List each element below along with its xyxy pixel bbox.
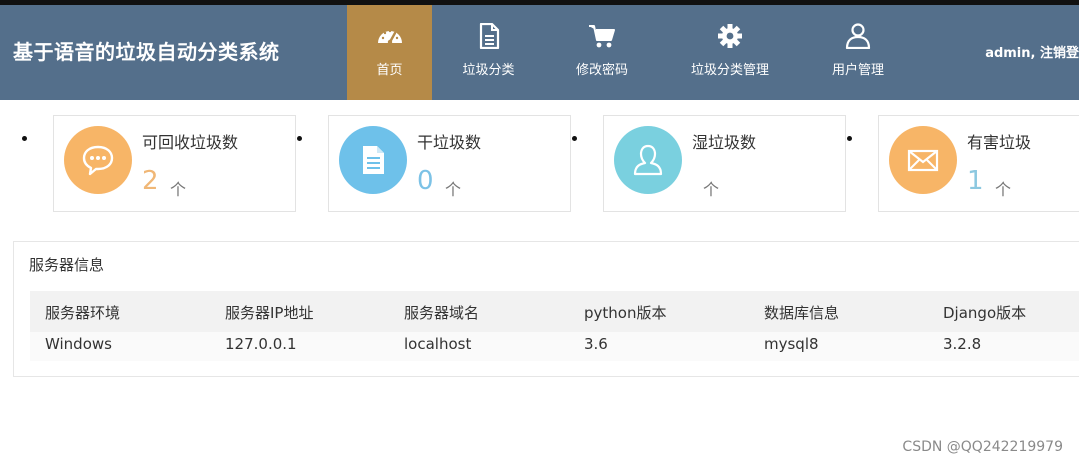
table-cell: mysql8 [764, 335, 819, 353]
user-logout-link[interactable]: admin, 注销登 [985, 42, 1079, 61]
nav-item-home[interactable]: 首页 [347, 5, 432, 100]
list-bullet [297, 136, 302, 141]
dashboard-icon [377, 29, 402, 45]
table-header-row: 服务器环境 服务器IP地址 服务器域名 python版本 数据库信息 Djang… [30, 291, 1079, 332]
nav-item-label: 垃圾分类 [462, 63, 515, 78]
table-header-cell: 服务器环境 [45, 304, 121, 322]
table-header-cell: python版本 [584, 304, 667, 322]
cart-icon [589, 25, 615, 48]
nav-item-label: 垃圾分类管理 [690, 63, 769, 78]
stat-icon-circle [64, 126, 132, 194]
user-icon [845, 23, 871, 49]
stat-unit: 个 [995, 180, 1012, 199]
document-icon [479, 23, 499, 49]
chat-bubble-icon [82, 145, 114, 176]
stat-value: 2 [142, 166, 159, 196]
table-cell: 3.2.8 [943, 335, 982, 353]
stat-card-dry: 干垃圾数 0 个 [328, 115, 571, 212]
nav-item-label: 用户管理 [831, 63, 884, 78]
document-icon [363, 146, 384, 174]
nav-item-user-management[interactable]: 用户管理 [818, 5, 898, 100]
table-row: Windows 127.0.0.1 localhost 3.6 mysql8 3… [30, 332, 1079, 361]
person-icon [633, 144, 663, 176]
stat-unit: 个 [170, 180, 187, 199]
gear-icon [718, 24, 742, 48]
envelope-icon [907, 149, 939, 172]
list-bullet [847, 136, 852, 141]
stat-label: 有害垃圾 [967, 133, 1032, 152]
table-cell: localhost [404, 335, 472, 353]
table-header-cell: 服务器域名 [404, 304, 480, 322]
server-info-panel: 服务器信息 服务器环境 服务器IP地址 服务器域名 python版本 数据库信息… [13, 241, 1079, 377]
stat-card-hazardous: 有害垃圾 1 个 [878, 115, 1079, 212]
header-bar: 基于语音的垃圾自动分类系统 首页 垃圾分类 修改密码 垃圾分类管理 用户管理 a… [0, 5, 1079, 100]
nav-item-garbage-management[interactable]: 垃圾分类管理 [680, 5, 780, 100]
list-bullet [572, 136, 577, 141]
stat-label: 可回收垃圾数 [142, 133, 239, 152]
stat-icon-circle [614, 126, 682, 194]
stat-card-wet: 湿垃圾数 个 [603, 115, 846, 212]
nav-item-label: 首页 [376, 63, 403, 78]
stat-unit: 个 [445, 180, 462, 199]
watermark-text: CSDN @QQ242219979 [902, 439, 1063, 455]
stat-card-recyclable: 可回收垃圾数 2 个 [53, 115, 296, 212]
nav-item-change-password[interactable]: 修改密码 [560, 5, 644, 100]
table-cell: 3.6 [584, 335, 608, 353]
table-header-cell: Django版本 [943, 304, 1027, 322]
nav-item-label: 修改密码 [575, 63, 628, 78]
stat-value: 0 [417, 166, 434, 196]
stat-unit: 个 [703, 180, 720, 199]
panel-title: 服务器信息 [29, 256, 105, 274]
nav-item-garbage-classify[interactable]: 垃圾分类 [447, 5, 530, 100]
app-title: 基于语音的垃圾自动分类系统 [13, 40, 280, 64]
stat-label: 干垃圾数 [417, 133, 482, 152]
stat-icon-circle [339, 126, 407, 194]
table-cell: 127.0.0.1 [225, 335, 297, 353]
table-cell: Windows [45, 335, 112, 353]
list-bullet [22, 136, 27, 141]
stat-value: 1 [967, 166, 984, 196]
stat-label: 湿垃圾数 [692, 133, 757, 152]
table-header-cell: 服务器IP地址 [225, 304, 314, 322]
stat-icon-circle [889, 126, 957, 194]
table-header-cell: 数据库信息 [764, 304, 840, 322]
